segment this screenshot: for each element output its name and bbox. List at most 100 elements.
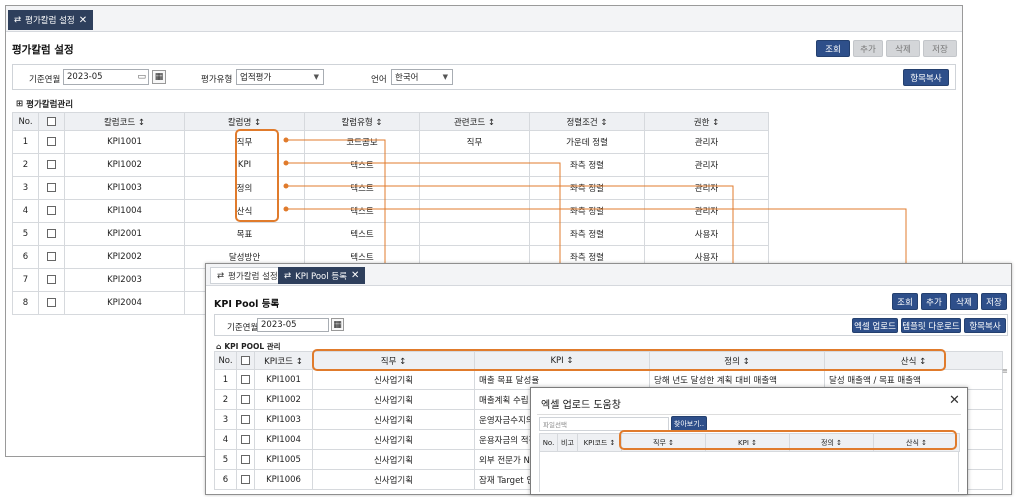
table-row[interactable]: 5 KPI2001 목표 텍스트 좌측 정렬 사용자 <box>12 222 769 246</box>
add-button[interactable]: 추가 <box>853 40 883 57</box>
column-code: KPI2004 <box>64 291 185 315</box>
lang-select[interactable]: 한국어 ▼ <box>391 69 453 85</box>
header-column-code[interactable]: 칼럼코드 ↕ <box>64 112 185 131</box>
table-row[interactable]: 3 KPI1003 정의 텍스트 좌측 정렬 관리자 <box>12 176 769 200</box>
row-check[interactable] <box>236 429 255 450</box>
header-checkbox[interactable] <box>236 351 255 370</box>
row-checkbox[interactable] <box>241 414 250 424</box>
month-input[interactable]: 2023-05 ▭ <box>63 69 149 85</box>
row-checkbox[interactable] <box>241 394 250 404</box>
row-no: 6 <box>12 245 39 269</box>
row-check[interactable] <box>38 153 65 177</box>
settings-sliders-icon: ⇄ <box>284 270 292 281</box>
row-checkbox[interactable] <box>47 275 56 284</box>
file-input[interactable]: 파일선택 <box>539 417 669 431</box>
column-code: KPI2003 <box>64 268 185 292</box>
permission: 관리자 <box>644 153 769 177</box>
column-type: 텍스트 <box>304 222 420 246</box>
save-button[interactable]: 저장 <box>923 40 957 57</box>
row-check[interactable] <box>236 409 255 430</box>
tab-evaluation-column[interactable]: ⇄ 평가칼럼 설정 ✕ <box>8 10 94 30</box>
tab-kpi-pool[interactable]: ⇄ KPI Pool 등록 ✕ <box>278 267 366 284</box>
lang-label: 언어 <box>371 75 387 85</box>
row-check[interactable] <box>236 449 255 470</box>
upload-table-body <box>539 452 959 492</box>
column-type: 코드콤보 <box>304 130 420 154</box>
calendar-button[interactable]: ▦ <box>152 70 166 84</box>
row-checkbox[interactable] <box>241 454 250 464</box>
select-all-checkbox[interactable] <box>47 116 56 126</box>
table-row[interactable]: 1 KPI1001 직무 코드콤보 직무 가운데 정렬 관리자 <box>12 130 769 154</box>
header-kpi-code[interactable]: KPI코드 ↕ <box>577 433 622 452</box>
browse-button[interactable]: 찾아보기.. <box>671 416 707 431</box>
add-button[interactable]: 추가 <box>921 293 947 310</box>
calendar-button[interactable]: ▦ <box>331 318 344 331</box>
search-button[interactable]: 조회 <box>816 40 850 57</box>
row-checkbox[interactable] <box>241 474 250 484</box>
header-sort[interactable]: 정렬조건 ↕ <box>529 112 645 131</box>
header-permission[interactable]: 권한 ↕ <box>644 112 769 131</box>
header-checkbox[interactable] <box>38 112 65 131</box>
row-check[interactable] <box>38 268 65 292</box>
row-checkbox[interactable] <box>47 252 56 261</box>
section-title: ⊞ 평가칼럼관리 <box>16 99 74 110</box>
excel-upload-dialog: 엑셀 업로드 도움창 ✕ 파일선택 찾아보기.. No. 비고 KPI코드 ↕ … <box>530 387 968 495</box>
month-label: 기준연월 <box>227 323 259 333</box>
row-check[interactable] <box>38 222 65 246</box>
delete-button[interactable]: 삭제 <box>950 293 978 310</box>
related-code <box>419 153 530 177</box>
excel-upload-button[interactable]: 엑셀 업로드 <box>852 318 898 333</box>
filter-bar: 기준연월 2023-05 ▭ ▦ 평가유형 업적평가 ▼ 언어 한국어 ▼ 항목… <box>12 64 956 90</box>
tab-bar: ⇄ 평가칼럼 설정 ✕ <box>6 6 962 32</box>
close-icon[interactable]: ✕ <box>79 15 87 26</box>
row-check[interactable] <box>236 369 255 390</box>
row-checkbox[interactable] <box>47 206 56 215</box>
row-checkbox[interactable] <box>47 160 56 169</box>
table-row[interactable]: 2 KPI1002 KPI 텍스트 좌측 정렬 관리자 <box>12 153 769 177</box>
row-check[interactable] <box>38 130 65 154</box>
row-check[interactable] <box>38 291 65 315</box>
column-code: KPI1003 <box>64 176 185 200</box>
tab-evaluation-column[interactable]: ⇄ 평가칼럼 설정 <box>210 267 285 284</box>
type-select[interactable]: 업적평가 ▼ <box>236 69 324 85</box>
header-note: 비고 <box>557 433 578 452</box>
row-check[interactable] <box>38 199 65 223</box>
table-header: No. 칼럼코드 ↕ 칼럼명 ↕ 칼럼유형 ↕ 관련코드 ↕ 정렬조건 ↕ 권한… <box>12 112 769 131</box>
row-checkbox[interactable] <box>47 183 56 192</box>
building-icon: ⌂ <box>216 342 222 351</box>
delete-button[interactable]: 삭제 <box>886 40 920 57</box>
row-check[interactable] <box>236 389 255 410</box>
kpi-code: KPI1001 <box>254 369 313 390</box>
scrollbar-handle[interactable]: ≡ <box>1002 367 1009 377</box>
row-checkbox[interactable] <box>47 298 56 307</box>
row-no: 7 <box>12 268 39 292</box>
row-checkbox[interactable] <box>47 229 56 238</box>
table-row[interactable]: 4 KPI1004 산식 텍스트 좌측 정렬 관리자 <box>12 199 769 223</box>
kpi-code: KPI1003 <box>254 409 313 430</box>
row-checkbox[interactable] <box>241 434 250 444</box>
copy-items-button[interactable]: 항목복사 <box>964 318 1006 333</box>
header-kpi-code[interactable]: KPI코드 ↕ <box>254 351 313 370</box>
save-button[interactable]: 저장 <box>981 293 1007 310</box>
header-column-name[interactable]: 칼럼명 ↕ <box>184 112 305 131</box>
row-check[interactable] <box>236 469 255 490</box>
header-column-type[interactable]: 칼럼유형 ↕ <box>304 112 420 131</box>
close-icon[interactable]: ✕ <box>351 270 359 281</box>
sort-condition: 좌측 정렬 <box>529 222 645 246</box>
month-input[interactable]: 2023-05 <box>257 318 329 332</box>
row-no: 4 <box>12 199 39 223</box>
select-all-checkbox[interactable] <box>241 355 250 365</box>
template-download-button[interactable]: 템플릿 다운로드 <box>901 318 961 333</box>
search-button[interactable]: 조회 <box>892 293 918 310</box>
row-checkbox[interactable] <box>47 137 56 146</box>
row-checkbox[interactable] <box>241 374 250 384</box>
close-icon[interactable]: ✕ <box>949 393 960 408</box>
column-type: 텍스트 <box>304 199 420 223</box>
grid-icon: ⊞ <box>16 99 24 109</box>
row-no: 6 <box>214 469 237 490</box>
highlight-kpi-headers <box>312 349 946 371</box>
row-check[interactable] <box>38 245 65 269</box>
row-check[interactable] <box>38 176 65 200</box>
header-related-code[interactable]: 관련코드 ↕ <box>419 112 530 131</box>
copy-items-button[interactable]: 항목복사 <box>903 69 949 86</box>
